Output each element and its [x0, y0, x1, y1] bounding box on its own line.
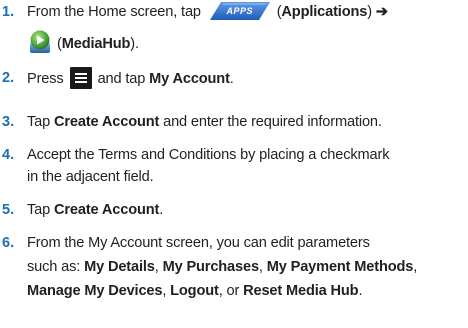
step-text-part: .: [229, 71, 234, 87]
step-text-part: .: [358, 283, 363, 299]
step-text-bold: Manage My Devices: [27, 283, 163, 299]
step-text-part: and enter the required information.: [163, 114, 382, 130]
apps-icon: APPS: [209, 1, 271, 21]
step-text-bold: Applications: [281, 4, 368, 20]
step-text-bold: MediaHub: [61, 36, 131, 52]
step-number: 2.: [2, 70, 15, 86]
step-text-part: .: [159, 202, 164, 218]
step-text-part: ): [367, 4, 376, 20]
step-text-part: ,: [162, 283, 167, 299]
step-number: 3.: [2, 114, 15, 130]
step-number: 4.: [2, 147, 15, 163]
step-text: Tap Create Account and enter the require…: [27, 111, 467, 133]
step-text-bold: My Details: [84, 259, 155, 275]
step-text-part: ,: [154, 259, 159, 275]
step-text-part: and tap: [97, 71, 146, 87]
step-text-part: Tap: [27, 202, 51, 218]
step-text-line2: (MediaHub).: [27, 29, 467, 55]
step-text-bold: My Purchases: [162, 259, 260, 275]
step-text-line2: such as: My Details, My Purchases, My Pa…: [27, 256, 467, 278]
menu-key-icon: [69, 67, 92, 89]
instruction-steps: 1. From the Home screen, tap APPS (Appli…: [0, 0, 468, 328]
step-text-part: Accept the Terms and Conditions by placi…: [27, 147, 390, 163]
step-text-line3: Manage My Devices, Logout, or Reset Medi…: [27, 280, 467, 302]
step-text-bold: My Account: [149, 71, 230, 87]
step-text-part: , or: [218, 283, 240, 299]
apps-icon-label: APPS: [226, 6, 254, 16]
step-text-bold: Create Account: [54, 202, 160, 218]
step-text-bold: Logout: [170, 283, 219, 299]
step-text-bold: My Payment Methods: [266, 259, 414, 275]
step-text-part: ).: [130, 36, 139, 52]
step-text-part: From the Home screen, tap: [27, 4, 201, 20]
step-text-part: ,: [413, 259, 418, 275]
step-number: 1.: [2, 4, 15, 20]
step-text: From the Home screen, tap APPS (Applicat…: [27, 1, 467, 23]
step-number: 5.: [2, 202, 15, 218]
step-text-part: Tap: [27, 114, 51, 130]
step-text-bold: Create Account: [54, 114, 160, 130]
step-text-part: such as:: [27, 259, 81, 275]
step-text-line2: in the adjacent field.: [27, 166, 467, 188]
step-text-part: From the My Account screen, you can edit…: [27, 235, 370, 251]
step-number: 6.: [2, 235, 15, 251]
step-text-part: Press: [27, 71, 64, 87]
step-text: Accept the Terms and Conditions by placi…: [27, 144, 467, 166]
step-text: From the My Account screen, you can edit…: [27, 232, 467, 254]
step-text-part: in the adjacent field.: [27, 169, 154, 185]
step-text: Press and tap My Account.: [27, 67, 467, 90]
step-text: Tap Create Account.: [27, 199, 467, 221]
step-text-bold: Reset Media Hub: [243, 283, 359, 299]
arrow-icon: ➔: [375, 4, 388, 20]
mediahub-icon: [30, 30, 50, 53]
step-text-part: ,: [258, 259, 263, 275]
